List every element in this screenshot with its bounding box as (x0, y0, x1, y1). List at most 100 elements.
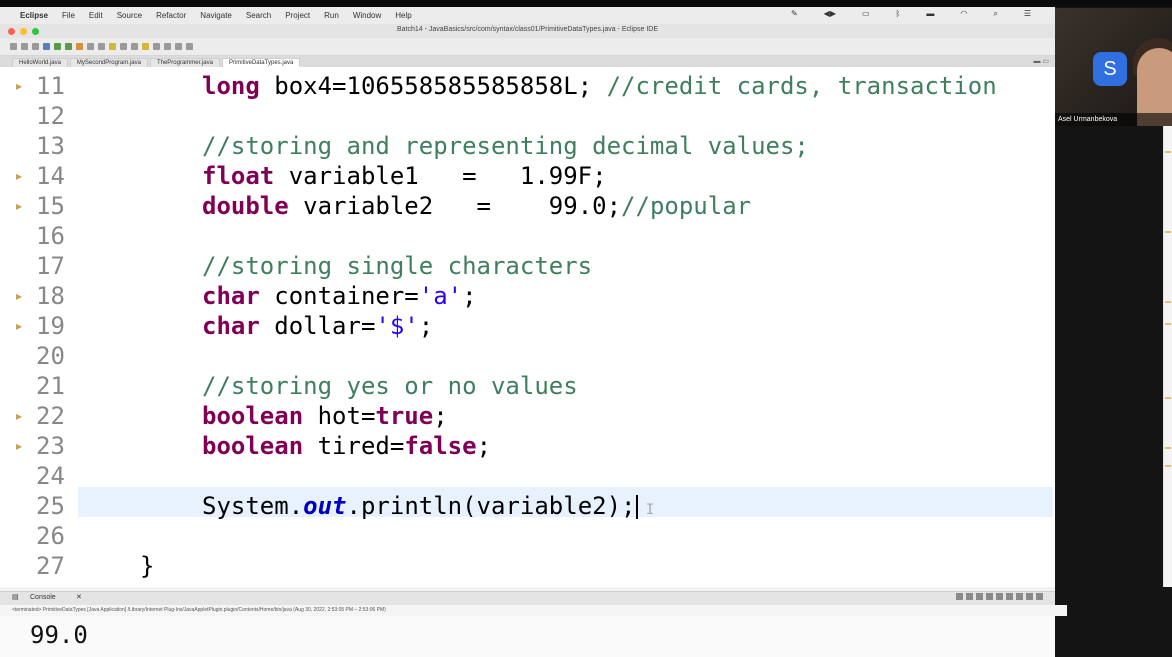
code-line[interactable]: System.out.println(variable2); I (202, 491, 654, 525)
menu-edit[interactable]: Edit (89, 11, 103, 20)
code-line[interactable]: //storing and representing decimal value… (202, 131, 809, 161)
line-number[interactable]: 26 (36, 521, 72, 551)
print-icon[interactable] (32, 43, 39, 50)
scroll-lock-icon[interactable] (986, 593, 993, 600)
tab-helloworld[interactable]: HelloWorld.java (12, 58, 68, 67)
line-number[interactable]: 23 (36, 431, 72, 461)
code-line[interactable]: char container='a'; (202, 281, 477, 311)
minimize-maximize-icon[interactable]: ▬ ▭ (1033, 57, 1049, 65)
tab-mysecondprogram[interactable]: MySecondProgram.java (69, 58, 148, 67)
external-tools-icon[interactable] (76, 43, 83, 50)
word-wrap-icon[interactable] (996, 593, 1003, 600)
spotlight-icon[interactable]: ⌕ (993, 9, 997, 19)
battery-icon[interactable]: ▬ (926, 9, 934, 19)
open-console-icon[interactable] (1016, 593, 1023, 600)
warning-icon[interactable]: ▸ (16, 401, 22, 431)
code-token: ; (433, 402, 448, 430)
line-number[interactable]: 17 (36, 251, 72, 281)
menu-search[interactable]: Search (246, 11, 271, 20)
menu-refactor[interactable]: Refactor (156, 11, 186, 20)
debug-icon[interactable] (43, 43, 50, 50)
warning-marker[interactable] (1165, 301, 1171, 303)
warning-marker[interactable] (1165, 231, 1171, 233)
line-number[interactable]: 12 (36, 101, 72, 131)
open-type-icon[interactable] (109, 43, 116, 50)
control-center-icon[interactable]: ☰ (1024, 9, 1031, 19)
code-line[interactable]: boolean hot=true; (202, 401, 448, 431)
warning-marker[interactable] (1165, 465, 1171, 467)
menu-help[interactable]: Help (395, 11, 411, 20)
wifi-icon[interactable]: ◠ (960, 9, 967, 19)
warning-icon[interactable]: ▸ (16, 281, 22, 311)
display-icon[interactable]: ▭ (862, 9, 870, 19)
new-icon[interactable] (10, 43, 17, 50)
pin-editor-icon[interactable] (186, 43, 193, 50)
save-icon[interactable] (21, 43, 28, 50)
code-line[interactable]: char dollar='$'; (202, 311, 433, 341)
code-editor[interactable]: 11 ▸ 12 13 14 ▸ 15 ▸ 16 17 18 ▸ 19 ▸ 20 21 22 ▸ 23 ▸ 24 25 26 2… (0, 67, 1055, 587)
menu-project[interactable]: Project (285, 11, 310, 20)
menu-source[interactable]: Source (117, 11, 142, 20)
pen-icon[interactable]: ✎ (791, 9, 798, 19)
menu-window[interactable]: Window (353, 11, 381, 20)
code-line[interactable]: } (140, 551, 154, 581)
tab-theprogrammer[interactable]: TheProgrammer.java (149, 58, 220, 67)
warning-icon[interactable]: ▸ (16, 191, 22, 221)
coverage-icon[interactable] (65, 43, 72, 50)
new-java-project-icon[interactable] (87, 43, 94, 50)
highlight-icon[interactable] (142, 43, 149, 50)
line-number[interactable]: 11 (36, 71, 72, 101)
line-number[interactable]: 24 (36, 461, 72, 491)
overview-ruler[interactable] (1163, 67, 1172, 587)
bluetooth-icon[interactable]: ᛒ (896, 9, 901, 19)
line-number[interactable]: 16 (36, 221, 72, 251)
menu-run[interactable]: Run (324, 11, 339, 20)
run-icon[interactable] (54, 43, 61, 50)
warning-icon[interactable]: ▸ (16, 311, 22, 341)
line-number[interactable]: 18 (36, 281, 72, 311)
code-line[interactable]: //storing single characters (202, 251, 592, 281)
line-number[interactable]: 27 (36, 551, 72, 581)
line-number[interactable]: 15 (36, 191, 72, 221)
line-number[interactable]: 13 (36, 131, 72, 161)
warning-icon[interactable]: ▸ (16, 161, 22, 191)
search-icon[interactable] (120, 43, 127, 50)
code-line[interactable]: //storing yes or no values (202, 371, 578, 401)
terminate-icon[interactable] (956, 593, 963, 600)
line-number[interactable]: 21 (36, 371, 72, 401)
new-package-icon[interactable] (98, 43, 105, 50)
warning-marker[interactable] (1165, 151, 1171, 153)
warning-marker[interactable] (1165, 323, 1171, 325)
code-token: float (202, 162, 275, 190)
menu-app-name[interactable]: Eclipse (20, 11, 48, 20)
warning-marker[interactable] (1165, 397, 1171, 399)
line-number[interactable]: 14 (36, 161, 72, 191)
maximize-icon[interactable] (1036, 593, 1043, 600)
back-icon[interactable] (164, 43, 171, 50)
media-icon[interactable]: ◀▶ (824, 9, 836, 19)
remove-launch-icon[interactable] (966, 593, 973, 600)
warning-icon[interactable]: ▸ (16, 431, 22, 461)
line-number[interactable]: 22 (36, 401, 72, 431)
remove-all-icon[interactable] (976, 593, 983, 600)
console-output-area[interactable]: 99.0 (0, 616, 1055, 657)
console-tab[interactable]: Console (30, 594, 56, 601)
code-line[interactable]: float variable1 = 1.99F; (202, 161, 607, 191)
pin-console-icon[interactable] (1006, 593, 1013, 600)
code-line[interactable]: long box4=106558585585858L; //credit car… (202, 71, 997, 101)
warning-icon[interactable]: ▸ (16, 71, 22, 101)
next-annotation-icon[interactable] (153, 43, 160, 50)
code-line[interactable]: boolean tired=false; (202, 431, 491, 461)
close-icon[interactable]: ✕ (76, 593, 82, 601)
code-line[interactable]: double variable2 = 99.0;//popular (202, 191, 751, 221)
tab-primitivedatatypes[interactable]: PrimitiveDataTypes.java (221, 58, 301, 67)
warning-marker[interactable] (1165, 447, 1171, 449)
menu-file[interactable]: File (62, 11, 75, 20)
forward-icon[interactable] (175, 43, 182, 50)
line-number[interactable]: 20 (36, 341, 72, 371)
line-number[interactable]: 25 (36, 491, 72, 521)
toggle-mark-occurrences-icon[interactable] (131, 43, 138, 50)
line-number[interactable]: 19 (36, 311, 72, 341)
minimize-icon[interactable] (1026, 593, 1033, 600)
menu-navigate[interactable]: Navigate (200, 11, 232, 20)
